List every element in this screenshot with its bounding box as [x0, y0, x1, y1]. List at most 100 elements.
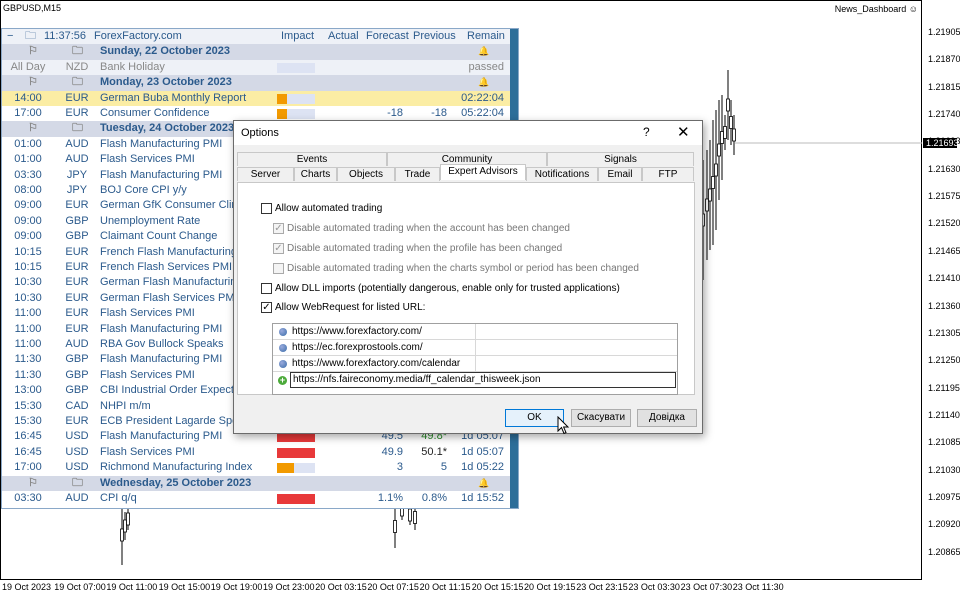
- option-checkbox[interactable]: [261, 203, 272, 214]
- candle-body: [714, 163, 718, 177]
- impact-bar-fill: [277, 463, 295, 474]
- event-time: 10:30: [14, 291, 42, 304]
- source-link[interactable]: ForexFactory.com: [94, 29, 182, 44]
- event-currency: GBP: [65, 230, 89, 243]
- event-time: 15:30: [14, 399, 42, 412]
- url-edit-field[interactable]: https://nfs.faireconomy.media/ff_calenda…: [290, 372, 676, 388]
- event-title: Richmond Manufacturing Index: [100, 461, 253, 474]
- tab-ftp[interactable]: FTP: [642, 167, 694, 181]
- event-row[interactable]: 03:30 AUD CPI q/q 1.1% 0.8% 1d 15:52: [2, 491, 510, 506]
- event-currency: JPY: [66, 184, 88, 196]
- event-currency: GBP: [65, 214, 89, 227]
- ok-button[interactable]: OK: [505, 409, 564, 427]
- candle-body: [711, 176, 715, 189]
- event-currency: EUR: [65, 245, 89, 258]
- impact-bar: [277, 447, 315, 458]
- event-currency: USD: [65, 430, 89, 443]
- url-row[interactable]: https://www.forexfactory.com/: [273, 324, 677, 340]
- url-row[interactable]: https://ec.forexprostools.com/: [273, 340, 677, 356]
- event-remaining: 02:22:04: [461, 91, 504, 104]
- candle-body: [723, 126, 727, 139]
- help-dialog-button[interactable]: Довідка: [637, 409, 697, 427]
- event-remaining: 1d 05:22: [461, 461, 504, 474]
- impact-bar-fill: [277, 93, 287, 104]
- event-currency: NZD: [65, 60, 89, 73]
- tab-charts[interactable]: Charts: [294, 167, 337, 181]
- price-tick-label: 1.21305: [928, 327, 960, 338]
- column-divider: [475, 324, 476, 340]
- option-checkbox: ✓: [273, 223, 284, 234]
- impact-bar: [277, 109, 315, 119]
- column-divider: [475, 340, 476, 356]
- option-checkbox[interactable]: ✓: [261, 302, 272, 313]
- event-currency: USD: [65, 461, 89, 474]
- event-forecast: 3: [396, 461, 403, 474]
- candle-body: [413, 511, 417, 524]
- price-tick-label: 1.21630: [928, 163, 960, 174]
- add-url-icon[interactable]: +: [278, 376, 287, 385]
- folder-icon: 🗀: [72, 476, 83, 489]
- dialog-titlebar[interactable]: Options ? ✕: [234, 121, 702, 145]
- event-time: 17:00: [14, 461, 42, 474]
- option-label: Allow automated trading: [275, 203, 383, 214]
- price-tick-label: 1.21140: [928, 409, 960, 420]
- event-currency: AUD: [65, 338, 89, 350]
- url-row[interactable]: https://www.forexfactory.com/calendar: [273, 356, 677, 372]
- candle-body: [123, 519, 127, 533]
- tab-email[interactable]: Email: [598, 167, 642, 181]
- price-tick-label: 1.21085: [928, 437, 960, 448]
- time-tick-label: 19 Oct 15:00: [158, 582, 211, 592]
- cancel-button[interactable]: Скасувати: [571, 409, 631, 427]
- price-tick-label: 1.21410: [928, 273, 960, 284]
- event-row[interactable]: All Day NZD Bank Holiday passed: [2, 59, 510, 76]
- event-time: 15:30: [14, 415, 42, 427]
- event-row[interactable]: 16:45 USD Flash Services PMI 49.9 50.1* 1d 05…: [2, 445, 510, 460]
- event-time: 09:00: [14, 199, 42, 212]
- forecast-header: Forecast: [366, 30, 409, 42]
- price-tick-label: 1.21905: [928, 27, 960, 37]
- event-time: 11:30: [14, 353, 42, 366]
- day-label: Monday, 23 October 2023: [100, 76, 232, 89]
- flag-icon: ⚐: [28, 476, 38, 489]
- event-currency: GBP: [65, 353, 89, 366]
- option-label: Allow WebRequest for listed URL:: [275, 302, 426, 313]
- tab-expert-advisors[interactable]: Expert Advisors: [440, 164, 526, 180]
- folder-icon: 🗀: [72, 76, 83, 89]
- tab-signals[interactable]: Signals: [547, 152, 694, 166]
- candle-body: [393, 520, 397, 533]
- day-label: Wednesday, 25 October 2023: [100, 476, 252, 489]
- event-row[interactable]: 14:00 EUR German Buba Monthly Report 02:22:…: [2, 90, 510, 106]
- tab-objects[interactable]: Objects: [337, 167, 395, 181]
- impact-bar: [277, 463, 315, 474]
- candle-body: [705, 198, 709, 212]
- event-time: 01:00: [14, 153, 42, 166]
- remain-header: Remain: [467, 30, 505, 42]
- folder-icon: 🗀: [25, 30, 36, 42]
- collapse-button[interactable]: −: [7, 29, 13, 44]
- event-currency: EUR: [65, 291, 89, 304]
- help-button[interactable]: ?: [643, 125, 650, 139]
- event-remaining: passed: [468, 60, 504, 73]
- flag-icon: ⚐: [28, 45, 38, 58]
- tab-notifications[interactable]: Notifications: [526, 167, 598, 181]
- event-remaining: 1d 15:52: [461, 492, 504, 504]
- actual-header: Actual: [328, 30, 359, 42]
- tab-trade[interactable]: Trade: [395, 167, 440, 181]
- option-checkbox[interactable]: [261, 283, 272, 294]
- event-currency: AUD: [65, 153, 89, 166]
- event-currency: EUR: [65, 415, 89, 427]
- impact-header: Impact: [281, 30, 315, 42]
- event-currency: AUD: [65, 492, 89, 504]
- close-button[interactable]: ✕: [677, 123, 690, 141]
- event-title: Bank Holiday: [100, 60, 165, 73]
- tab-server[interactable]: Server: [237, 167, 294, 181]
- event-title: German Buba Monthly Report: [100, 91, 247, 104]
- event-row[interactable]: 17:00 USD Richmond Manufacturing Index 3 5 1d…: [2, 460, 510, 475]
- event-currency: GBP: [65, 384, 89, 397]
- folder-icon: 🗀: [72, 122, 83, 135]
- candle-body: [720, 131, 724, 144]
- event-currency: EUR: [65, 261, 89, 273]
- event-time: 17:00: [14, 107, 42, 119]
- event-currency: JPY: [66, 168, 88, 181]
- tab-events[interactable]: Events: [237, 152, 387, 166]
